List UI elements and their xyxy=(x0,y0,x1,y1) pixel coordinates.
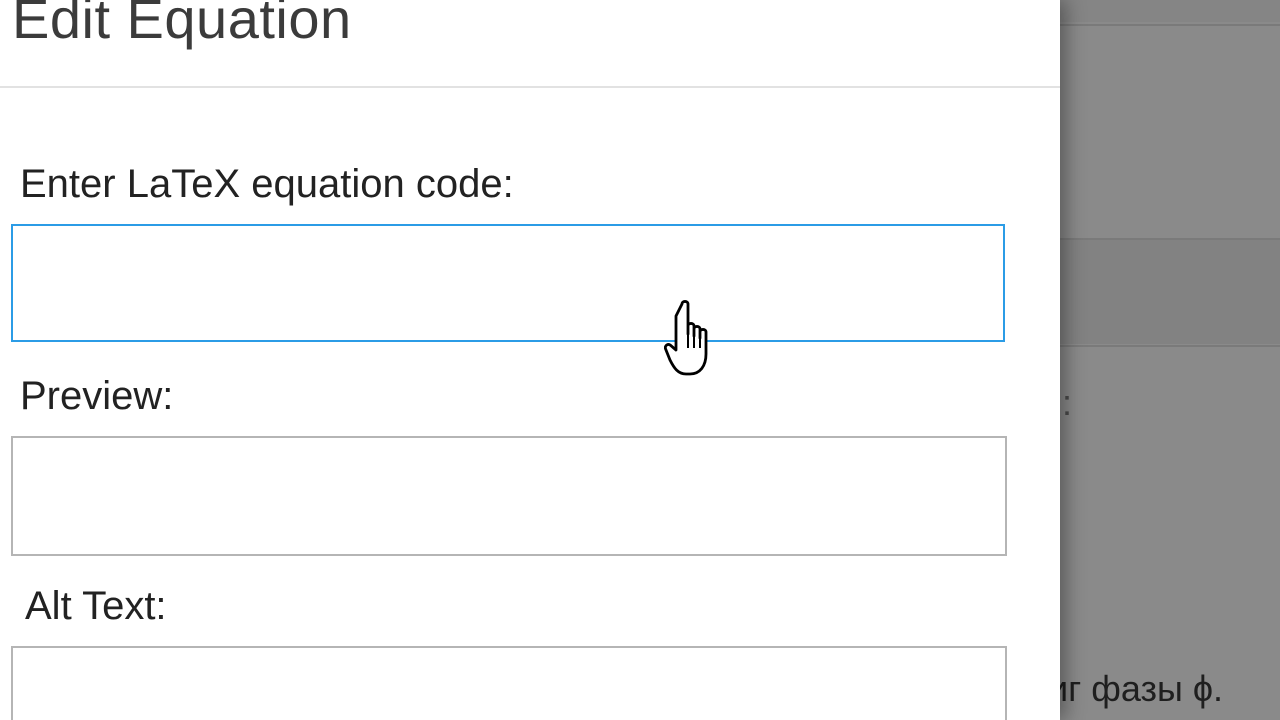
edit-equation-dialog: Edit Equation Enter LaTeX equation code:… xyxy=(0,0,1060,720)
equation-preview-box xyxy=(11,436,1007,556)
background-divider xyxy=(1060,24,1280,26)
background-divider xyxy=(1060,238,1280,240)
alt-text-label: Alt Text: xyxy=(25,584,167,628)
hand-pointer-icon xyxy=(664,300,708,376)
latex-code-input[interactable] xyxy=(11,224,1005,342)
background-panel xyxy=(1060,240,1280,344)
background-colon: : xyxy=(1062,382,1073,423)
latex-code-label: Enter LaTeX equation code: xyxy=(20,162,514,206)
background-text-snippet: иг фазы ϕ. xyxy=(1048,668,1224,709)
background-toolbar xyxy=(1060,0,1280,22)
background-divider xyxy=(1060,345,1280,347)
title-divider xyxy=(0,86,1060,88)
preview-label: Preview: xyxy=(20,374,174,418)
dialog-title: Edit Equation xyxy=(12,0,352,50)
alt-text-input[interactable] xyxy=(11,646,1007,720)
